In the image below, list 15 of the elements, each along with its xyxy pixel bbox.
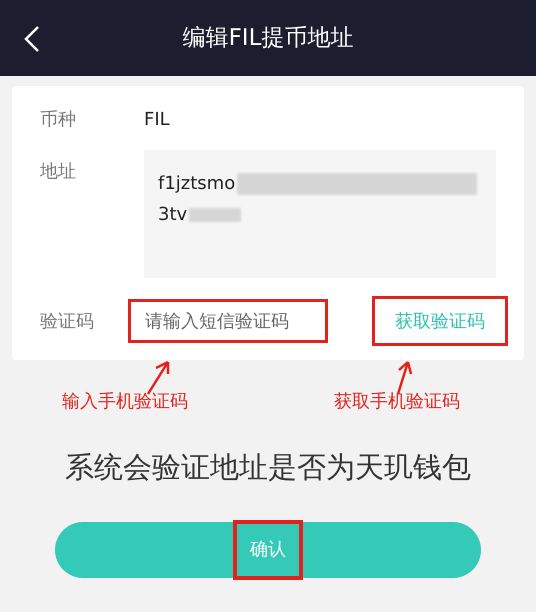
coin-value: FIL: [144, 108, 170, 132]
get-code-button[interactable]: 获取验证码: [372, 296, 508, 346]
annotation-label: 输入手机验证码: [62, 390, 188, 414]
code-input-field[interactable]: 请输入短信验证码: [128, 299, 328, 343]
annotation-label: 获取手机验证码: [334, 390, 460, 414]
field-label: 验证码: [40, 310, 95, 334]
address-text: 3tv: [158, 203, 188, 227]
field-label: 币种: [40, 108, 77, 132]
address-text: f1jztsmo: [158, 172, 236, 196]
page-title: 编辑FIL提币地址: [182, 24, 354, 53]
redaction-mark: [189, 208, 242, 222]
notice-text: 系统会验证地址是否为天玑钱包: [65, 449, 471, 486]
field-label: 地址: [40, 160, 77, 184]
confirm-button[interactable]: 确认: [233, 520, 303, 580]
address-field[interactable]: f1jztsmo 3tv: [144, 150, 496, 278]
